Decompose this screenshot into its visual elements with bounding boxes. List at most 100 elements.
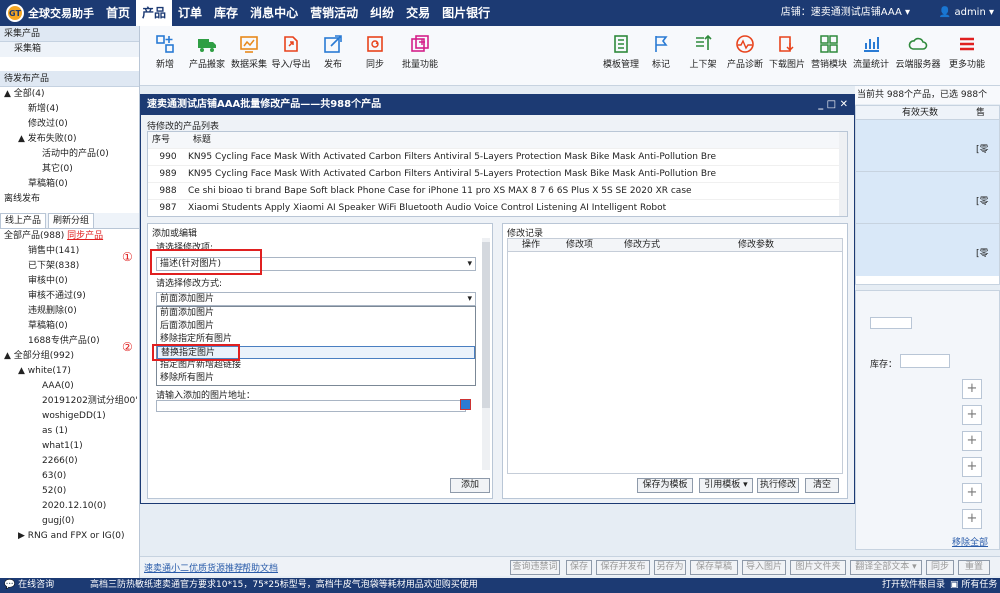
tab-online-products[interactable]: 线上产品: [0, 213, 47, 228]
table-row[interactable]: [零: [856, 224, 999, 276]
tb-diagnose-button[interactable]: 产品诊断: [722, 34, 768, 70]
add-image-button[interactable]: +: [962, 405, 982, 425]
nav-products[interactable]: 产品: [136, 0, 173, 26]
close-icon[interactable]: ✕: [840, 99, 848, 110]
minimize-icon[interactable]: _: [818, 99, 826, 110]
all-tasks-link[interactable]: ▣ 所有任务: [950, 578, 997, 593]
tree-pending-failed[interactable]: ▲ 发布失败(0): [0, 132, 139, 147]
add-image-button[interactable]: +: [962, 379, 982, 399]
edit-scrollbar[interactable]: [482, 238, 490, 470]
tree-pending-new[interactable]: 新增(4): [0, 102, 139, 117]
tb-cloud-server-button[interactable]: 云端服务器: [890, 34, 946, 70]
add-image-button[interactable]: +: [962, 483, 982, 503]
nav-inventory[interactable]: 库存: [208, 0, 244, 26]
tab-refresh-groups[interactable]: 刷新分组: [48, 213, 95, 228]
tree-reviewing[interactable]: 审核中(0): [0, 274, 139, 289]
tree-group-item[interactable]: woshigeDD(1): [0, 409, 139, 424]
supplier-link[interactable]: 速卖通小二优质货源推荐: [144, 561, 243, 574]
tree-group-item[interactable]: as (1): [0, 424, 139, 439]
tb-marketing-module-button[interactable]: 营销模块: [806, 34, 852, 70]
tree-group-item[interactable]: gugj(0): [0, 514, 139, 529]
execute-button[interactable]: 执行修改: [757, 478, 799, 493]
tb-shelf-button[interactable]: 上下架: [680, 34, 726, 70]
online-consult-button[interactable]: 💬 在线咨询: [4, 578, 54, 593]
table-row[interactable]: [零: [856, 172, 999, 224]
translate-all-button[interactable]: 翻译全部文本 ▾: [850, 560, 922, 575]
app-logo[interactable]: GT 全球交易助手: [0, 0, 100, 26]
user-menu[interactable]: 👤 admin ▾: [939, 0, 994, 26]
tree-off-shelf[interactable]: 已下架(838): [0, 259, 139, 274]
tree-all-groups[interactable]: ▲ 全部分组(992): [0, 349, 139, 364]
tb-add-button[interactable]: 新增: [142, 34, 188, 70]
tree-group-item[interactable]: 2020.12.10(0): [0, 499, 139, 514]
image-url-input[interactable]: [156, 400, 466, 412]
tree-rejected[interactable]: 审核不通过(9): [0, 289, 139, 304]
tb-import-export-button[interactable]: 导入/导出: [268, 34, 314, 70]
nav-marketing[interactable]: 营销活动: [304, 0, 364, 26]
tree-group-item[interactable]: 52(0): [0, 484, 139, 499]
sidebar-item-offline[interactable]: 离线发布: [0, 192, 139, 207]
shop-selector[interactable]: 店铺：速卖通测试店铺AAA ▾: [781, 0, 910, 26]
product-row[interactable]: 987 Xiaomi Students Apply Xiaomi AI Speak…: [148, 200, 847, 216]
mode-option[interactable]: 前面添加图片: [157, 307, 475, 320]
mode-option[interactable]: 后面添加图片: [157, 320, 475, 333]
nav-image-bank[interactable]: 图片银行: [436, 0, 496, 26]
clear-button[interactable]: 清空: [805, 478, 839, 493]
save-as-button[interactable]: 另存为: [654, 560, 686, 575]
tree-pending-other[interactable]: 其它(0): [0, 162, 139, 177]
tb-more-button[interactable]: 更多功能: [940, 34, 994, 70]
stock-input[interactable]: [900, 354, 950, 368]
reference-template-button[interactable]: 引用模板 ▾: [699, 478, 753, 493]
save-button[interactable]: 保存: [566, 560, 592, 575]
modify-mode-select[interactable]: 前面添加图片 ▾: [156, 292, 476, 306]
tb-traffic-button[interactable]: 流量统计: [848, 34, 894, 70]
tree-group-item[interactable]: AAA(0): [0, 379, 139, 394]
tb-download-images-button[interactable]: 下载图片: [764, 34, 810, 70]
add-button[interactable]: 添加: [450, 478, 490, 493]
tree-pending-all[interactable]: ▲ 全部(4): [0, 87, 139, 102]
tree-group-item[interactable]: what1(1): [0, 439, 139, 454]
col-valid-days[interactable]: 有效天数: [902, 106, 938, 120]
product-row[interactable]: 988 Ce shi bioao ti brand Bape Soft black…: [148, 183, 847, 200]
save-draft-button[interactable]: 保存草稿: [690, 560, 738, 575]
tree-violation[interactable]: 违规删除(0): [0, 304, 139, 319]
reset-button[interactable]: 重置: [958, 560, 990, 575]
product-row[interactable]: 990 KN95 Cycling Face Mask With Activated…: [148, 149, 847, 166]
tree-on-sale[interactable]: 销售中(141): [0, 244, 139, 259]
tree-group-item[interactable]: 63(0): [0, 469, 139, 484]
add-image-button[interactable]: +: [962, 457, 982, 477]
tree-pending-modified[interactable]: 修改过(0): [0, 117, 139, 132]
list-scrollbar[interactable]: [839, 132, 847, 216]
remove-all-link[interactable]: 移除全部: [952, 535, 988, 548]
image-folder-button[interactable]: 图片文件夹: [790, 560, 846, 575]
nav-messages[interactable]: 消息中心: [244, 0, 304, 26]
image-picker-icon[interactable]: [460, 399, 471, 410]
col-cut[interactable]: 售: [976, 106, 985, 120]
add-image-button[interactable]: +: [962, 431, 982, 451]
nav-disputes[interactable]: 纠纷: [364, 0, 400, 26]
sync-products-link[interactable]: 同步产品: [67, 231, 103, 241]
tb-move-button[interactable]: 产品搬家: [184, 34, 230, 70]
tb-mark-button[interactable]: 标记: [638, 34, 684, 70]
help-doc-link[interactable]: 帮助文档: [242, 561, 278, 574]
tree-all-products[interactable]: 全部产品(988) 同步产品: [0, 229, 139, 244]
nav-orders[interactable]: 订单: [172, 0, 208, 26]
open-root-link[interactable]: 打开软件根目录: [882, 578, 945, 593]
tree-1688[interactable]: 1688专供产品(0): [0, 334, 139, 349]
mode-option[interactable]: 移除所有图片: [157, 372, 475, 385]
nav-trade[interactable]: 交易: [400, 0, 436, 26]
add-image-button[interactable]: +: [962, 509, 982, 529]
tree-group-rng[interactable]: ▶ RNG and FPX or IG(0): [0, 529, 139, 544]
tb-batch-button[interactable]: 批量功能: [394, 34, 446, 70]
tree-group-item[interactable]: 2266(0): [0, 454, 139, 469]
tb-publish-button[interactable]: 发布: [310, 34, 356, 70]
tree-pending-active[interactable]: 活动中的产品(0): [0, 147, 139, 162]
sync-button[interactable]: 同步: [926, 560, 954, 575]
tb-sync-button[interactable]: 同步: [352, 34, 398, 70]
import-image-button[interactable]: 导入图片: [742, 560, 786, 575]
table-row[interactable]: [零: [856, 120, 999, 172]
save-publish-button[interactable]: 保存并发布: [596, 560, 650, 575]
right-input[interactable]: [870, 317, 912, 329]
save-template-button[interactable]: 保存为模板: [637, 478, 693, 493]
maximize-icon[interactable]: □: [827, 99, 840, 110]
